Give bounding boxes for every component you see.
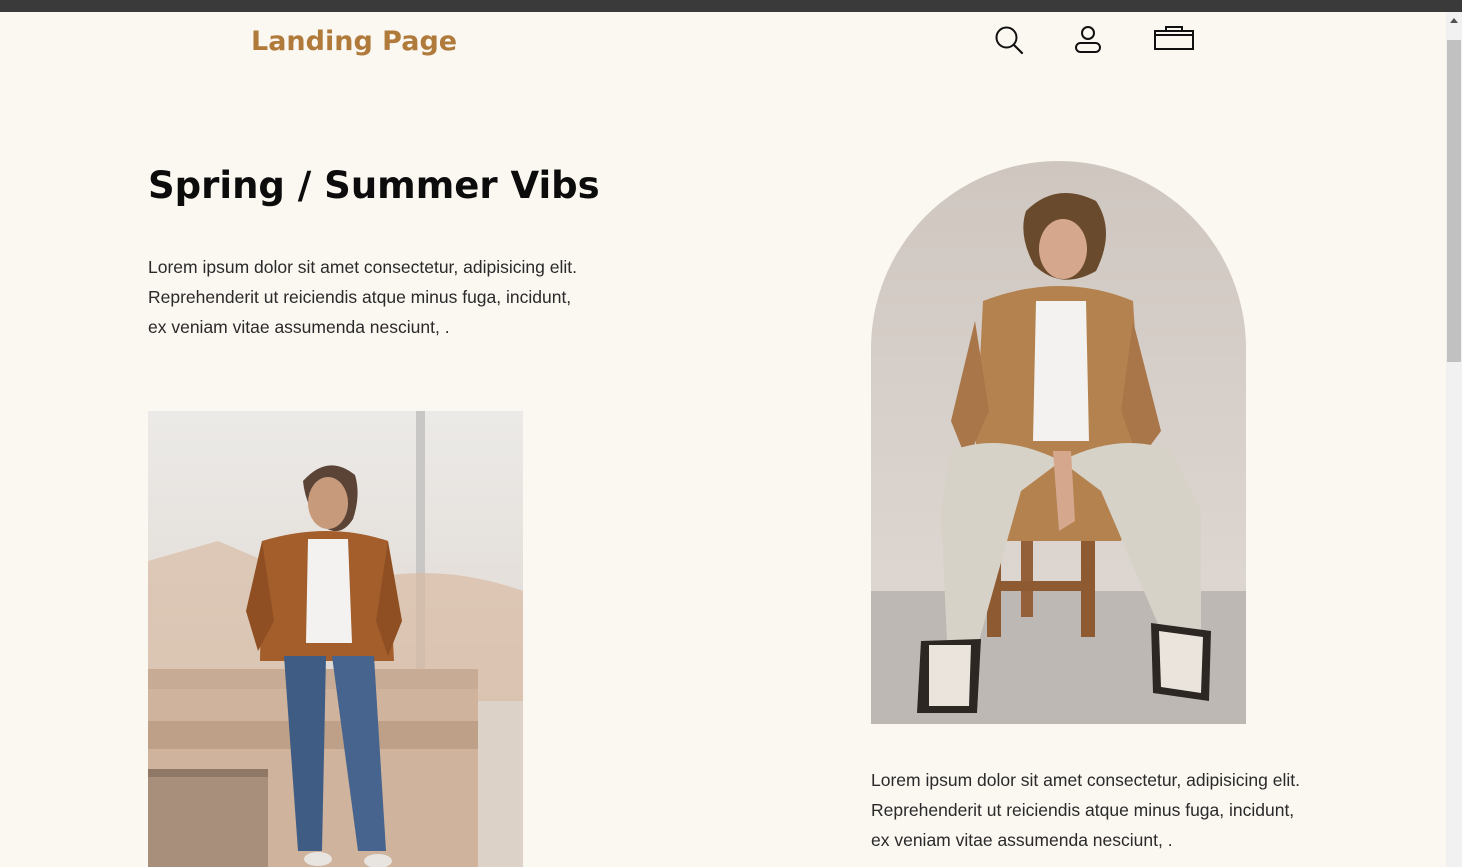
hero-photo-man-standing: [148, 411, 523, 867]
feature-photo-man-seated: [871, 161, 1246, 724]
hero-title: Spring / Summer Vibs: [148, 164, 600, 207]
vertical-scrollbar[interactable]: [1446, 12, 1462, 867]
scroll-up-arrow-icon[interactable]: [1450, 18, 1458, 23]
site-logo[interactable]: Landing Page: [251, 22, 457, 62]
scrollbar-thumb[interactable]: [1447, 40, 1461, 362]
account-button[interactable]: [1073, 25, 1103, 55]
search-button[interactable]: [993, 24, 1025, 56]
cart-button[interactable]: [1153, 25, 1195, 55]
search-icon: [995, 26, 1024, 55]
browser-top-bar: [0, 0, 1462, 12]
user-icon: [1075, 26, 1101, 53]
cart-icon: [1154, 26, 1194, 50]
hero-description: Lorem ipsum dolor sit amet consectetur, …: [148, 257, 577, 337]
feature-description: Lorem ipsum dolor sit amet consectetur, …: [871, 770, 1300, 850]
